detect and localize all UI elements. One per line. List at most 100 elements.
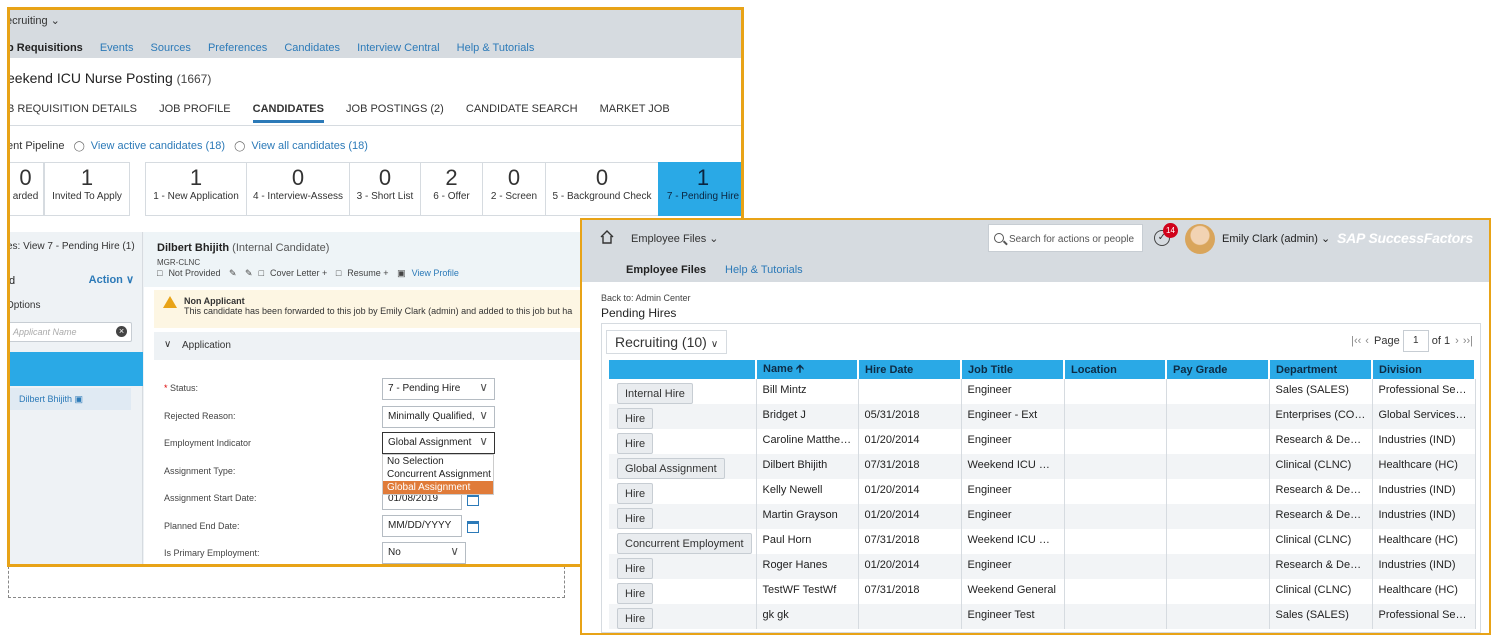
cover-letter-link[interactable]: Cover Letter + <box>270 268 327 278</box>
edit-icon[interactable]: ✎ <box>229 268 237 278</box>
column-header-location[interactable]: Location <box>1064 360 1167 379</box>
hire-action-button[interactable]: Hire <box>617 483 654 504</box>
calendar-icon[interactable] <box>467 494 479 506</box>
column-header-division[interactable]: Division <box>1372 360 1476 379</box>
select-value: 7 - Pending Hire <box>388 383 461 394</box>
candidate-link[interactable]: Dilbert Bhijith <box>19 394 72 404</box>
column-header-department[interactable]: Department <box>1269 360 1373 379</box>
pipeline-stage-offer[interactable]: 26 - Offer <box>420 162 483 216</box>
view-all-candidates-link[interactable]: View all candidates (18) <box>251 140 368 152</box>
subnav-help-tutorials[interactable]: Help & Tutorials <box>725 264 803 276</box>
resume-link[interactable]: Resume + <box>347 268 388 278</box>
filter-value: Recruiting (10) <box>615 334 707 350</box>
column-header-name[interactable]: Name 🡩 <box>756 360 859 379</box>
hire-action-button[interactable]: Concurrent Employment <box>617 533 752 554</box>
hire-action-button[interactable]: Hire <box>617 408 654 429</box>
candidate-list-item[interactable]: Dilbert Bhijith ▣ <box>10 388 131 410</box>
view-active-candidates-link[interactable]: View active candidates (18) <box>91 140 225 152</box>
document-icon: □ <box>335 268 342 278</box>
action-menu-button[interactable]: Action ∨ <box>89 273 134 286</box>
employment-indicator-select[interactable]: Global Assignment ∨ <box>382 432 495 454</box>
clear-icon[interactable]: × <box>116 326 127 337</box>
nav-sources[interactable]: Sources <box>151 42 191 54</box>
cell-job-title: Engineer <box>961 554 1065 579</box>
hire-action-button[interactable]: Hire <box>617 433 654 454</box>
subnav-employee-files[interactable]: Employee Files <box>626 264 706 276</box>
home-icon[interactable] <box>600 230 614 244</box>
column-header-job-title[interactable]: Job Title <box>961 360 1065 379</box>
pipeline-stage-screen[interactable]: 02 - Screen <box>482 162 546 216</box>
user-menu[interactable]: Emily Clark (admin) ⌄ <box>1222 232 1330 245</box>
last-page-icon[interactable]: ››| <box>1463 335 1473 347</box>
nav-help-tutorials[interactable]: Help & Tutorials <box>457 42 535 54</box>
avatar[interactable] <box>1185 224 1215 254</box>
phone-value: Not Provided <box>168 268 221 278</box>
option-no-selection[interactable]: No Selection <box>383 455 493 468</box>
cell-hire-date: 01/20/2014 <box>858 554 962 579</box>
option-concurrent-assignment[interactable]: Concurrent Assignment <box>383 468 493 481</box>
global-search-input[interactable]: Search for actions or people <box>988 224 1143 252</box>
tab-market-job[interactable]: MARKET JOB <box>600 103 670 120</box>
stage-label: 1 - New Application <box>153 191 239 202</box>
hire-action-button[interactable]: Hire <box>617 558 654 579</box>
previous-page-icon[interactable]: ‹ <box>1365 335 1369 347</box>
cell-division: Healthcare (HC) <box>1372 529 1476 554</box>
nav-preferences[interactable]: Preferences <box>208 42 267 54</box>
pipeline-stage-pending-hire[interactable]: 17 - Pending Hire <box>658 162 741 216</box>
tab-job-profile[interactable]: JOB PROFILE <box>159 103 231 120</box>
pipeline-stage-interview-assess[interactable]: 04 - Interview-Assess <box>246 162 350 216</box>
edit-icon[interactable]: ✎ <box>245 268 253 278</box>
cell-job-title: Weekend ICU N...... <box>961 454 1065 479</box>
rejected-reason-select[interactable]: Minimally Qualified, ∨ <box>382 406 495 428</box>
applicant-search-input[interactable]: Applicant Name × <box>10 322 132 342</box>
next-page-icon[interactable]: › <box>1455 335 1459 347</box>
candidate-name: Dilbert Bhijith (Internal Candidate) <box>157 242 329 254</box>
nav-candidates[interactable]: Candidates <box>284 42 340 54</box>
column-header-pay-grade[interactable]: Pay Grade <box>1166 360 1270 379</box>
hire-action-button[interactable]: Hire <box>617 608 654 629</box>
cell-division: Global Services ..... <box>1372 404 1476 429</box>
hire-action-button[interactable]: Hire <box>617 508 654 529</box>
module-switcher[interactable]: ecruiting ⌄ <box>10 14 60 27</box>
nav-job-requisitions[interactable]: b Requisitions <box>10 42 83 54</box>
column-header-hire-date[interactable]: Hire Date <box>858 360 962 379</box>
page-number-input[interactable]: 1 <box>1402 330 1429 352</box>
pipeline-stage-background-check[interactable]: 05 - Background Check <box>545 162 659 216</box>
view-profile-link[interactable]: View Profile <box>412 268 459 278</box>
recruiting-nav: b Requisitions Events Sources Preference… <box>10 42 548 54</box>
tab-requisition-details[interactable]: B REQUISITION DETAILS <box>10 103 137 120</box>
candidate-actions: □ Not Provided ✎ ✎ □ Cover Letter + □ Resume… <box>157 268 465 279</box>
nav-interview-central[interactable]: Interview Central <box>357 42 440 54</box>
chevron-down-icon: ⌄ <box>50 15 60 27</box>
recruiting-filter-select[interactable]: Recruiting (10) ∨ <box>606 330 728 354</box>
module-switcher[interactable]: Employee Files ⌄ <box>631 232 718 245</box>
option-global-assignment[interactable]: Global Assignment <box>383 481 493 494</box>
cell-name: Dilbert Bhijith <box>756 454 859 479</box>
pipeline-stage-new-application[interactable]: 11 - New Application <box>145 162 247 216</box>
cell-job-title: Engineer <box>961 429 1065 454</box>
hire-action-button[interactable]: Hire <box>617 583 654 604</box>
first-page-icon[interactable]: |‹‹ <box>1351 335 1361 347</box>
stage-label: Invited To Apply <box>52 191 122 202</box>
pending-hires-table: Name 🡩 Hire Date Job Title Location Pay … <box>609 360 1476 629</box>
tab-candidate-search[interactable]: CANDIDATE SEARCH <box>466 103 578 120</box>
status-select[interactable]: 7 - Pending Hire ∨ <box>382 378 495 400</box>
selected-group-row[interactable] <box>10 352 143 386</box>
pipeline-stage-short-list[interactable]: 03 - Short List <box>349 162 421 216</box>
hire-action-button[interactable]: Internal Hire <box>617 383 693 404</box>
calendar-icon[interactable] <box>467 521 479 533</box>
warning-icon <box>163 296 177 308</box>
nav-events[interactable]: Events <box>100 42 134 54</box>
tab-candidates[interactable]: CANDIDATES <box>252 103 324 123</box>
hire-action-button[interactable]: Global Assignment <box>617 458 725 479</box>
tab-job-postings[interactable]: JOB POSTINGS (2) <box>346 103 444 120</box>
pipeline-stage-forwarded[interactable]: 0 arded <box>10 162 44 216</box>
notification-badge: 14 <box>1163 223 1178 238</box>
cell-pay-grade <box>1166 454 1270 479</box>
planned-end-date-input[interactable]: MM/DD/YYYY <box>382 515 462 537</box>
back-link[interactable]: Back to: Admin Center <box>601 293 691 303</box>
options-link[interactable]: Options <box>10 300 40 311</box>
pipeline-stage-invited[interactable]: 1 Invited To Apply <box>44 162 130 216</box>
sort-ascending-icon[interactable]: 🡩 <box>796 363 804 375</box>
is-primary-employment-select[interactable]: No ∨ <box>382 542 466 564</box>
